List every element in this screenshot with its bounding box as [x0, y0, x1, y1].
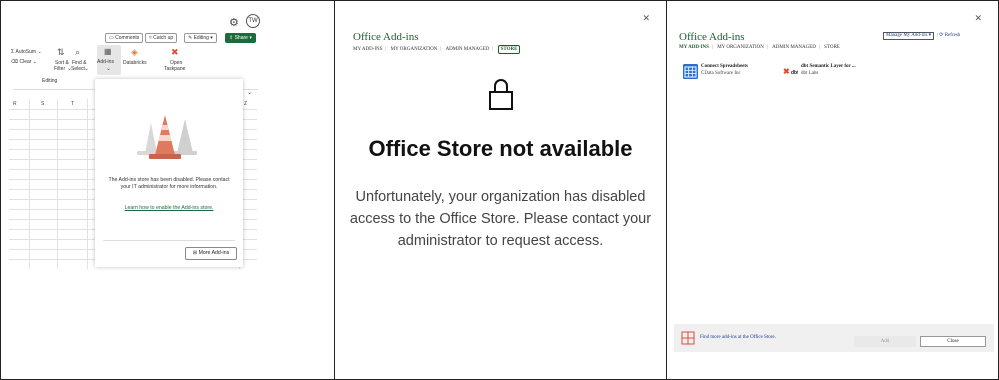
grid-line — [87, 99, 88, 269]
refresh-button[interactable]: | ⟳ Refresh — [937, 32, 960, 38]
manage-addins-label: Manage My Add-ins — [886, 33, 928, 38]
my-addins-dialog: Office Add-ins ✕ MY ADD-INS | MY ORGANIZA… — [666, 0, 999, 380]
catch-up-label: Catch up — [153, 35, 174, 41]
tab-store[interactable]: STORE — [824, 45, 840, 50]
excel-window: ⚙ TW ▭ Comments ≈ Catch up ✎ Editing ▾ ⇪… — [0, 0, 335, 380]
spreadsheet-icon — [683, 64, 698, 79]
comments-button[interactable]: ▭ Comments — [105, 33, 144, 43]
sort-filter-icon: ⇅ — [57, 47, 65, 57]
find-more-addins-link[interactable]: Find more add-ins at the Office Store. — [700, 335, 776, 340]
addin-name: Connect Spreadsheets — [701, 64, 748, 69]
dropdown-arrow-icon: ▾ — [927, 33, 932, 38]
excel-top-bar: ⚙ TW — [1, 1, 334, 31]
pane-divider — [103, 240, 235, 241]
search-icon: ⌕ — [75, 47, 81, 57]
tab-separator: | — [818, 45, 820, 50]
learn-enable-store-link[interactable]: Learn how to enable the Add-ins store. — [105, 205, 233, 211]
autosum-label: AutoSum — [15, 49, 37, 55]
tab-separator: | — [440, 47, 442, 52]
svg-text:✖: ✖ — [783, 67, 790, 76]
store-unavailable-heading: Office Store not available — [368, 136, 633, 161]
store-unavailable-message: Unfortunately, your organization has dis… — [349, 189, 652, 249]
dialog-footer: Find more add-ins at the Office Store. A… — [674, 324, 994, 352]
find-select-label-2[interactable]: Select — [71, 66, 85, 72]
editing-label: Editing — [193, 35, 209, 41]
chevron-down-icon: ⌄ — [31, 59, 38, 65]
tab-admin-managed[interactable]: ADMIN MANAGED — [772, 45, 816, 50]
addins-button[interactable]: ▦ Add-ins ⌄ — [97, 45, 121, 75]
traffic-cone-icon — [137, 115, 197, 159]
dialog-title: Office Add-ins — [679, 31, 745, 43]
share-label: Share — [234, 35, 248, 41]
add-button[interactable]: Add — [854, 336, 916, 347]
store-disabled-message: The Add-ins store has been disabled. Ple… — [108, 177, 230, 190]
store-icon — [681, 331, 695, 345]
tab-admin-managed[interactable]: ADMIN MANAGED — [446, 47, 490, 52]
open-taskpane-label-2[interactable]: Taskpane — [164, 66, 185, 72]
dialog-tabs: MY ADD-INS | MY ORGANIZATION | ADMIN MANAG… — [679, 45, 843, 50]
databricks-icon: ◈ — [131, 47, 138, 57]
close-icon[interactable]: ✕ — [642, 13, 650, 24]
close-button[interactable]: Close — [920, 336, 986, 347]
tab-separator: | — [711, 45, 713, 50]
dialog-title: Office Add-ins — [353, 31, 419, 43]
chevron-down-icon: ⌄ — [106, 66, 112, 72]
share-button[interactable]: ⇪ Share ▾ — [225, 33, 256, 43]
chevron-down-icon: ▾ — [208, 35, 213, 41]
chevron-down-icon: ⌄ — [84, 66, 90, 72]
addins-dropdown-pane: The Add-ins store has been disabled. Ple… — [95, 79, 243, 267]
refresh-label: Refresh — [944, 33, 961, 38]
addin-publisher: dbt Labs — [801, 71, 819, 76]
chevron-down-icon: ⌄ — [36, 49, 42, 55]
more-addins-label: More Add-ins — [198, 250, 230, 256]
grid-line — [57, 99, 58, 269]
column-header[interactable]: S — [41, 101, 44, 107]
addin-publisher: CData Software Inc — [701, 71, 741, 76]
editing-mode-button[interactable]: ✎ Editing ▾ — [184, 33, 217, 43]
autosum-button[interactable]: Σ AutoSum ⌄ — [11, 49, 42, 55]
databricks-button[interactable]: Databricks — [123, 60, 147, 66]
taskpane-addin-icon: ✖ — [171, 47, 179, 57]
settings-gear-icon[interactable]: ⚙ — [229, 16, 239, 29]
chevron-down-icon[interactable]: ⌄ — [247, 89, 252, 96]
dbt-logo-icon: ✖ dbt — [783, 67, 798, 76]
office-store-dialog: Office Add-ins ✕ MY ADD-INS | MY ORGANIZA… — [334, 0, 667, 380]
chevron-down-icon: ▾ — [247, 35, 252, 41]
lock-icon — [489, 79, 513, 110]
tab-store[interactable]: STORE — [497, 45, 521, 54]
column-header[interactable]: R — [13, 101, 17, 107]
column-header[interactable]: Z — [244, 101, 247, 107]
tab-my-organization[interactable]: MY ORGANIZATION — [391, 47, 438, 52]
svg-text:dbt: dbt — [791, 70, 798, 76]
tab-separator: | — [766, 45, 768, 50]
tab-my-organization[interactable]: MY ORGANIZATION — [717, 45, 764, 50]
close-icon[interactable]: ✕ — [974, 13, 982, 24]
column-header[interactable]: T — [71, 101, 74, 107]
tab-my-addins[interactable]: MY ADD-INS — [679, 45, 709, 50]
addin-name: dbt Semantic Layer for ... — [801, 64, 856, 69]
grid-line — [29, 99, 30, 269]
user-avatar[interactable]: TW — [246, 14, 260, 28]
more-addins-button[interactable]: ⊞ More Add-ins — [185, 247, 237, 260]
clear-label: Clear — [19, 59, 32, 65]
clear-button[interactable]: ⌫ Clear ⌄ — [11, 59, 37, 65]
addins-grid-icon: ▦ — [104, 47, 112, 56]
comments-label: Comments — [115, 35, 140, 41]
tab-separator: | — [385, 47, 387, 52]
sort-filter-label-2[interactable]: Filter — [54, 66, 65, 72]
catch-up-button[interactable]: ≈ Catch up — [145, 33, 178, 43]
tab-separator: | — [492, 47, 494, 52]
manage-addins-dropdown[interactable]: Manage My Add-ins ▾ — [883, 32, 935, 40]
tab-my-addins[interactable]: MY ADD-INS — [353, 47, 382, 52]
ribbon-group-label: Editing — [42, 78, 58, 84]
dialog-tabs: MY ADD-INS | MY ORGANIZATION | ADMIN MANAG… — [353, 45, 523, 54]
